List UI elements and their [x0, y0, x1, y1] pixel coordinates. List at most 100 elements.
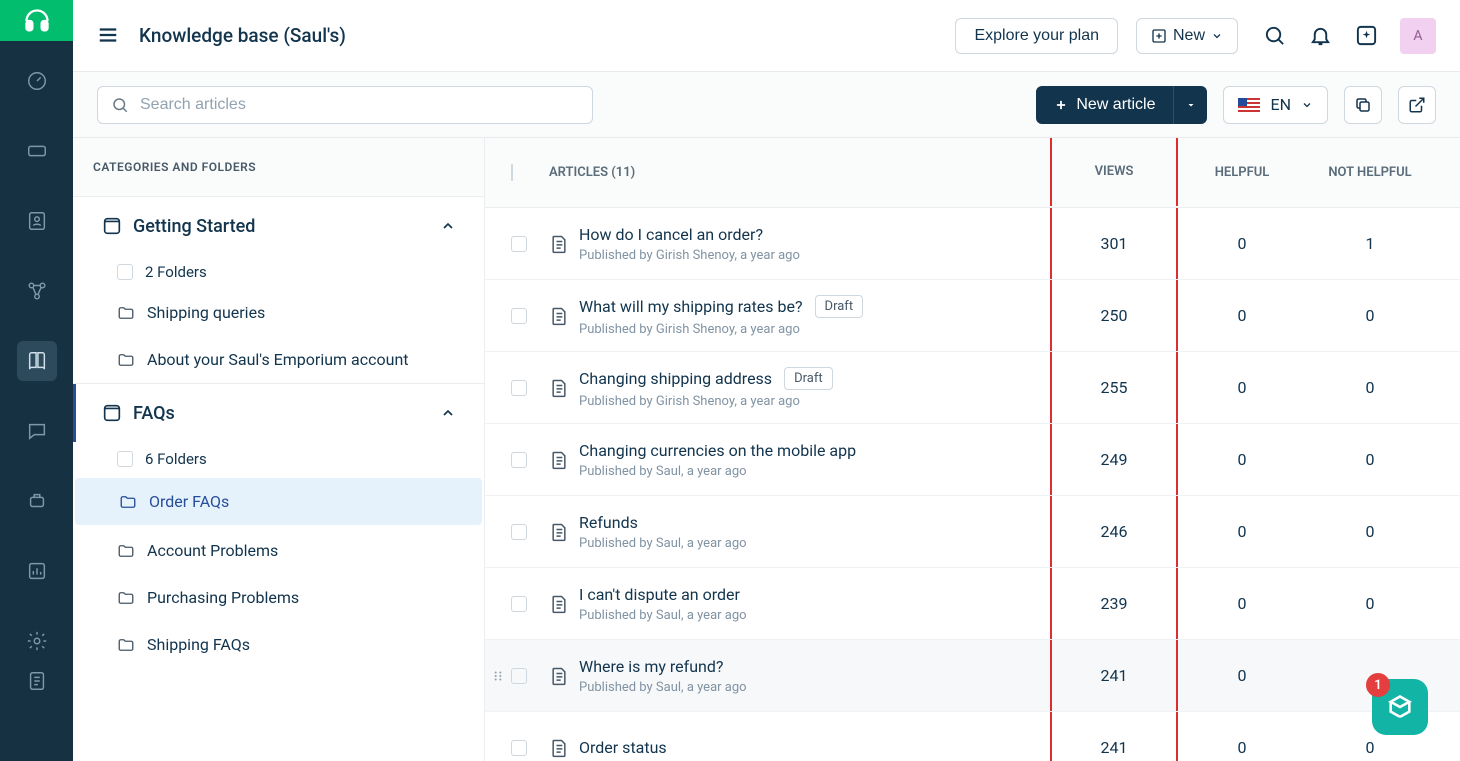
rail-knowledge-base-icon[interactable] [17, 341, 57, 381]
open-external-button[interactable] [1398, 86, 1436, 124]
folder-purchasing-problems[interactable]: Purchasing Problems [73, 574, 484, 621]
article-meta: Published by Saul, a year ago [579, 608, 1050, 623]
avatar[interactable]: A [1400, 18, 1436, 54]
helpful-value: 0 [1178, 522, 1306, 541]
articles-table: ARTICLES (11) VIEWS HELPFUL NOT HELPFUL … [484, 138, 1460, 761]
article-title: What will my shipping rates be? [579, 297, 803, 316]
table-row[interactable]: How do I cancel an order? Published by G… [485, 208, 1460, 280]
folder-account-problems[interactable]: Account Problems [73, 527, 484, 574]
article-meta: Published by Girish Shenoy, a year ago [579, 322, 1050, 337]
folder-label: Shipping queries [147, 303, 265, 322]
search-icon[interactable] [1262, 24, 1286, 48]
helpful-value: 0 [1178, 594, 1306, 613]
not-helpful-value: 1 [1306, 234, 1434, 253]
row-checkbox[interactable] [511, 236, 527, 252]
folder-count-row: 2 Folders [73, 255, 484, 289]
row-checkbox[interactable] [511, 596, 527, 612]
row-checkbox[interactable] [511, 308, 527, 324]
article-meta: Published by Saul, a year ago [579, 464, 1050, 479]
rail-bot-icon[interactable] [17, 481, 57, 521]
hamburger-icon[interactable] [97, 24, 121, 48]
us-flag-icon [1238, 98, 1260, 112]
table-row[interactable]: Where is my refund? Published by Saul, a… [485, 640, 1460, 712]
rail-social-icon[interactable] [17, 271, 57, 311]
rail-notes-icon[interactable] [17, 661, 57, 701]
sidebar-heading: CATEGORIES AND FOLDERS [73, 138, 484, 196]
drag-handle-icon[interactable] [491, 669, 505, 683]
folder-shipping-queries[interactable]: Shipping queries [73, 289, 484, 336]
row-checkbox[interactable] [511, 524, 527, 540]
table-row[interactable]: Order status 241 0 0 [485, 712, 1460, 761]
article-title: Changing currencies on the mobile app [579, 441, 856, 460]
search-articles-input[interactable] [97, 86, 593, 124]
rail-reports-icon[interactable] [17, 551, 57, 591]
folder-icon [117, 542, 135, 560]
article-icon [549, 594, 579, 614]
notifications-icon[interactable] [1308, 24, 1332, 48]
article-title: Refunds [579, 513, 638, 532]
checkbox[interactable] [117, 264, 133, 280]
row-checkbox[interactable] [511, 740, 527, 756]
table-header: ARTICLES (11) VIEWS HELPFUL NOT HELPFUL [485, 138, 1460, 208]
folder-label: Order FAQs [149, 492, 229, 511]
row-checkbox[interactable] [511, 380, 527, 396]
page-title: Knowledge base (Saul's) [139, 24, 346, 47]
plus-icon [1054, 98, 1068, 112]
article-icon [549, 234, 579, 254]
table-row[interactable]: Changing currencies on the mobile app Pu… [485, 424, 1460, 496]
article-meta: Published by Girish Shenoy, a year ago [579, 394, 1050, 409]
folder-icon [119, 493, 137, 511]
new-button[interactable]: New [1136, 18, 1238, 54]
not-helpful-value: 0 [1306, 450, 1434, 469]
article-title: Changing shipping address [579, 369, 772, 388]
new-article-dropdown[interactable] [1173, 86, 1207, 124]
folder-order-faqs[interactable]: Order FAQs [75, 478, 482, 525]
folder-count-label: 2 Folders [145, 263, 207, 281]
not-helpful-value: 0 [1306, 522, 1434, 541]
article-icon [549, 666, 579, 686]
table-row[interactable]: What will my shipping rates be? Draft Pu… [485, 280, 1460, 352]
row-checkbox[interactable] [511, 668, 527, 684]
row-checkbox[interactable] [511, 452, 527, 468]
sparkle-icon[interactable] [1354, 24, 1378, 48]
article-icon [549, 738, 579, 758]
table-row[interactable]: Changing shipping address Draft Publishe… [485, 352, 1460, 424]
category-getting-started[interactable]: Getting Started [73, 197, 484, 255]
folder-icon [117, 589, 135, 607]
views-value: 301 [1050, 208, 1178, 279]
rail-chat-icon[interactable] [17, 411, 57, 451]
new-article-button[interactable]: New article [1036, 86, 1173, 124]
folder-about-account[interactable]: About your Saul's Emporium account [73, 336, 484, 383]
not-helpful-value: 0 [1306, 378, 1434, 397]
article-meta: Published by Saul, a year ago [579, 680, 1050, 695]
article-icon [549, 306, 579, 326]
checkbox[interactable] [117, 451, 133, 467]
folder-label: About your Saul's Emporium account [147, 350, 409, 369]
rail-tickets-icon[interactable] [17, 131, 57, 171]
brand-logo[interactable] [0, 0, 73, 41]
select-all-checkbox[interactable] [511, 164, 513, 181]
folder-shipping-faqs[interactable]: Shipping FAQs [73, 621, 484, 668]
table-row[interactable]: I can't dispute an order Published by Sa… [485, 568, 1460, 640]
rail-dashboard-icon[interactable] [17, 61, 57, 101]
views-value: 250 [1050, 280, 1178, 351]
rail-contacts-icon[interactable] [17, 201, 57, 241]
new-article-label: New article [1076, 96, 1155, 114]
folder-label: Account Problems [147, 541, 278, 560]
language-selector[interactable]: EN [1223, 86, 1328, 124]
rail-settings-icon[interactable] [17, 621, 57, 661]
marketplace-fab[interactable]: 1 [1372, 679, 1428, 735]
category-faqs[interactable]: FAQs [73, 384, 484, 442]
not-helpful-value: 0 [1306, 594, 1434, 613]
chevron-up-icon [440, 405, 456, 421]
folder-label: Purchasing Problems [147, 588, 299, 607]
copy-button[interactable] [1344, 86, 1382, 124]
caret-down-icon [1185, 99, 1197, 111]
helpful-value: 0 [1178, 666, 1306, 685]
chevron-up-icon [440, 218, 456, 234]
fab-badge: 1 [1366, 673, 1390, 697]
views-value: 239 [1050, 568, 1178, 639]
draft-badge: Draft [815, 295, 864, 318]
explore-plan-button[interactable]: Explore your plan [955, 18, 1118, 54]
table-row[interactable]: Refunds Published by Saul, a year ago 24… [485, 496, 1460, 568]
